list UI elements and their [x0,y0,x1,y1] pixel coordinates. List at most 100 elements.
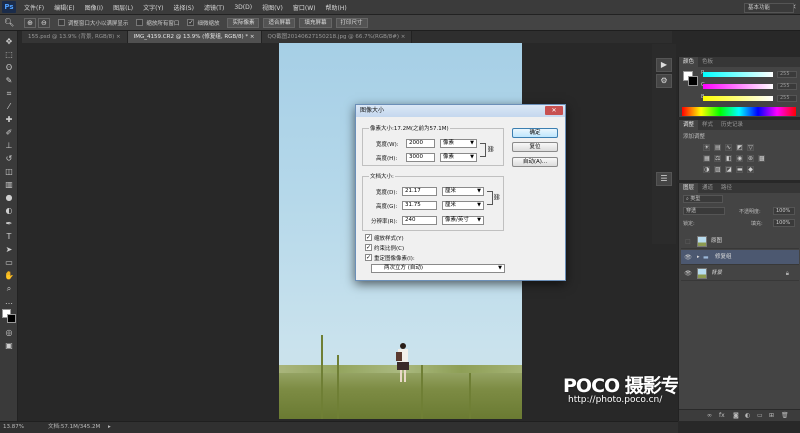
link-layers-icon[interactable]: ∞ [707,410,712,422]
screen-mode-icon[interactable]: ▣ [3,341,15,351]
tab-styles[interactable]: 样式 [698,120,717,130]
levels-icon[interactable]: ▤ [714,144,721,151]
tab-155-psd[interactable]: 155.psd @ 13.9% (背景, RGB/8) × [22,31,128,43]
auto-button[interactable]: 自动(A)... [512,157,558,167]
eye-icon[interactable]: 👁︎ [683,266,693,281]
opacity-input[interactable]: 100% [773,207,795,215]
height-input[interactable]: 3000 [406,153,435,162]
play-actions-icon[interactable]: ▶ [656,58,672,72]
resample-method-select[interactable]: 两次立方 (自动) ▼ [371,264,505,273]
resolution-input[interactable]: 240 [402,216,437,225]
selective-color-icon[interactable]: ◆ [747,166,754,173]
pen-tool-icon[interactable]: ✒ [3,219,15,229]
layer-row-original[interactable]: □ 原图 [681,234,799,249]
r-slider[interactable] [703,72,773,77]
status-arrow-icon[interactable]: ▸ [108,422,111,433]
color-balance-icon[interactable]: ⚖ [714,155,721,162]
resize-windows-checkbox[interactable] [57,19,65,26]
width-input[interactable]: 2000 [406,139,435,148]
vibrance-icon[interactable]: ▽ [747,144,754,151]
shape-tool-icon[interactable]: ▭ [3,258,15,268]
reset-button[interactable]: 复位 [512,142,558,152]
channel-mixer-icon[interactable]: ⊛ [747,155,754,162]
layer-row-background[interactable]: 👁︎ 背景 🔒︎ [681,266,799,281]
menu-image[interactable]: 图像(I) [80,3,108,12]
group-expand-icon[interactable]: ▸ [697,250,700,265]
tab-adjustments[interactable]: 调整 [679,120,699,130]
more-tools-icon[interactable]: … [3,297,15,307]
r-value[interactable]: 255 [777,71,797,78]
eye-icon[interactable]: 👁︎ [683,250,693,265]
print-size-button[interactable]: 打印尺寸 [335,17,368,28]
zoom-out-icon[interactable]: ⊖ [38,17,50,28]
posterize-icon[interactable]: ▨ [714,166,721,173]
tab-channels[interactable]: 通道 [698,183,717,193]
resample-checkbox[interactable]: ✓ [365,254,372,261]
scale-styles-checkbox[interactable]: ✓ [365,234,372,241]
tab-qq-screenshot[interactable]: QQ截图20140627150218.jpg @ 66.7%(RGB/8#) × [261,31,413,43]
color-spectrum-bar[interactable] [682,107,796,116]
menu-filter[interactable]: 滤镜(T) [199,3,229,12]
doc-width-input[interactable]: 21.17 [402,187,437,196]
new-layer-icon[interactable]: ⊞ [769,410,774,422]
clone-stamp-tool-icon[interactable]: ⊥ [3,141,15,151]
threshold-icon[interactable]: ◪ [725,166,732,173]
dodge-tool-icon[interactable]: ◐ [3,206,15,216]
zoom-all-checkbox[interactable] [136,19,144,26]
type-tool-icon[interactable]: T [3,232,15,242]
actual-pixels-button[interactable]: 实际像素 [227,17,260,28]
hue-saturation-icon[interactable]: ▦ [703,155,710,162]
menu-help[interactable]: 帮助(H) [321,3,352,12]
workspace-select[interactable]: 基本功能 [744,3,794,13]
width-unit-select[interactable]: 像素 ▼ [440,139,477,148]
layer-filter-select[interactable]: ⌕ 类型 [683,195,723,203]
tab-img-4159[interactable]: IMG_4159.CR2 @ 13.9% (修复组, RGB/8) * × [127,31,262,43]
doc-width-unit-select[interactable]: 厘米 ▼ [442,187,484,196]
ok-button[interactable]: 确定 [512,128,558,138]
properties-icon[interactable]: ☰ [656,172,672,186]
doc-height-input[interactable]: 31.75 [402,201,437,210]
tab-color[interactable]: 颜色 [679,57,699,67]
visibility-toggle-icon[interactable]: □ [683,234,693,249]
marquee-tool-icon[interactable]: ⬚ [3,50,15,60]
background-color-swatch[interactable] [7,314,16,323]
photo-filter-icon[interactable]: ◉ [736,155,743,162]
path-select-tool-icon[interactable]: ➤ [3,245,15,255]
g-value[interactable]: 255 [777,83,797,90]
quick-mask-icon[interactable]: ◎ [3,328,15,338]
tab-paths[interactable]: 路径 [717,183,736,193]
menu-type[interactable]: 文字(Y) [138,3,168,12]
brush-tool-icon[interactable]: ✐ [3,128,15,138]
scrubby-zoom-checkbox[interactable]: ✓ [187,19,195,26]
new-group-icon[interactable]: ▭ [757,410,763,422]
hand-tool-icon[interactable]: ✋ [3,271,15,281]
bg-color-chip[interactable] [688,76,698,86]
delete-layer-icon[interactable]: 🗑︎ [781,410,789,422]
quick-select-tool-icon[interactable]: ✎ [3,76,15,86]
fit-screen-button[interactable]: 适合屏幕 [263,17,296,28]
constrain-proportions-checkbox[interactable]: ✓ [365,244,372,251]
gradient-tool-icon[interactable]: ▥ [3,180,15,190]
zoom-tool-icon[interactable]: 🔍︎ [4,18,14,27]
blend-mode-select[interactable]: 穿透 [683,207,725,215]
zoom-in-icon[interactable]: ⊕ [24,17,37,28]
menu-view[interactable]: 视图(V) [257,3,288,12]
healing-tool-icon[interactable]: ✚ [3,115,15,125]
tab-swatches[interactable]: 色板 [698,57,717,67]
blur-tool-icon[interactable]: ● [3,193,15,203]
fill-screen-button[interactable]: 填充屏幕 [299,17,332,28]
fx-icon[interactable]: fx [719,410,725,422]
crop-tool-icon[interactable]: ⌗ [3,89,15,99]
new-adjustment-icon[interactable]: ◐ [745,410,750,422]
gradient-map-icon[interactable]: ▬ [736,166,743,173]
layer-name[interactable]: 原图 [711,234,722,249]
menu-edit[interactable]: 编辑(E) [49,3,79,12]
fill-input[interactable]: 100% [773,219,795,227]
b-slider[interactable] [703,96,773,101]
b-value[interactable]: 255 [777,95,797,102]
add-mask-icon[interactable]: ◙ [733,410,739,422]
tab-history[interactable]: 历史记录 [717,120,747,130]
doc-height-unit-select[interactable]: 厘米 ▼ [442,201,484,210]
zoom-tool-icon[interactable]: ⌕ [3,284,15,294]
tool-presets-icon[interactable]: ⚙ [656,74,672,88]
